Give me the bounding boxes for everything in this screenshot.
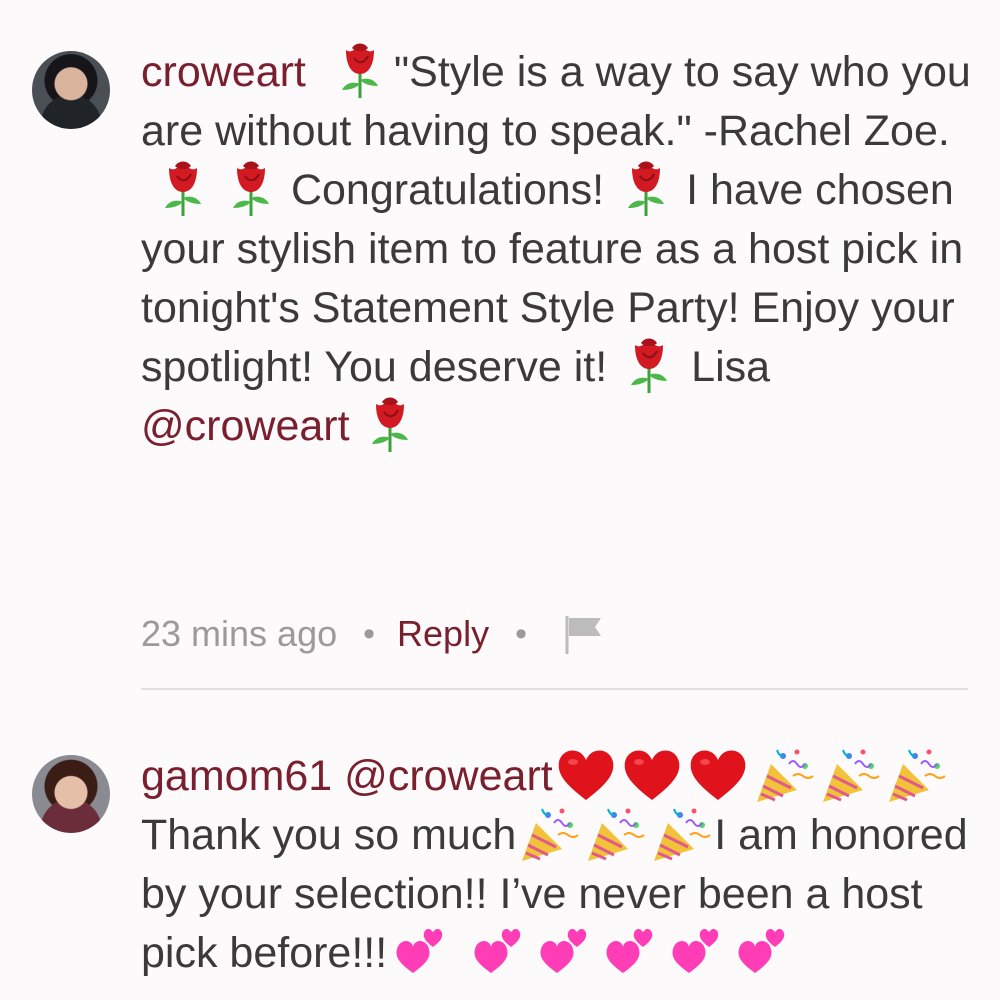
comment-username[interactable]: gamom61 xyxy=(141,752,332,800)
comment-croweart: croweart "Style is a way to say who you a… xyxy=(141,43,971,456)
two-hearts-emoji-icon xyxy=(671,927,721,977)
comment-username[interactable]: croweart xyxy=(141,48,306,96)
comment-text: Lisa xyxy=(691,343,771,391)
rose-emoji-icon xyxy=(231,158,271,218)
party-popper-emoji-icon xyxy=(650,805,712,863)
comment-text: Thank you so much xyxy=(141,811,517,859)
reply-button[interactable]: Reply xyxy=(397,612,489,656)
mention-link[interactable]: @croweart xyxy=(141,402,350,450)
two-hearts-emoji-icon xyxy=(395,927,445,977)
red-heart-emoji-icon xyxy=(555,746,617,804)
rose-emoji-icon xyxy=(340,40,380,100)
rose-emoji-icon xyxy=(163,158,203,218)
comment-gamom61: gamom61 @croweartThank you so much I am h… xyxy=(141,747,971,983)
rose-emoji-icon xyxy=(370,394,410,454)
party-popper-emoji-icon xyxy=(584,805,646,863)
two-hearts-emoji-icon xyxy=(473,927,523,977)
red-heart-emoji-icon xyxy=(687,746,749,804)
rose-emoji-icon xyxy=(626,158,666,218)
comment-meta: 23 mins ago • Reply • xyxy=(141,612,605,656)
red-heart-emoji-icon xyxy=(621,746,683,804)
comment-divider xyxy=(141,688,968,690)
two-hearts-emoji-icon xyxy=(605,927,655,977)
party-popper-emoji-icon xyxy=(885,746,947,804)
party-popper-emoji-icon xyxy=(819,746,881,804)
party-popper-emoji-icon xyxy=(753,746,815,804)
two-hearts-emoji-icon xyxy=(539,927,589,977)
avatar-gamom61[interactable] xyxy=(32,755,110,833)
two-hearts-emoji-icon xyxy=(737,927,787,977)
mention-link[interactable]: @croweart xyxy=(344,752,553,800)
rose-emoji-icon xyxy=(629,335,669,395)
flag-icon[interactable] xyxy=(563,612,605,656)
separator-dot: • xyxy=(515,615,527,653)
avatar-croweart[interactable] xyxy=(32,51,110,129)
comment-timestamp: 23 mins ago xyxy=(141,613,338,654)
party-popper-emoji-icon xyxy=(518,805,580,863)
comment-text: Congratulations! xyxy=(290,166,605,214)
separator-dot: • xyxy=(363,615,376,653)
